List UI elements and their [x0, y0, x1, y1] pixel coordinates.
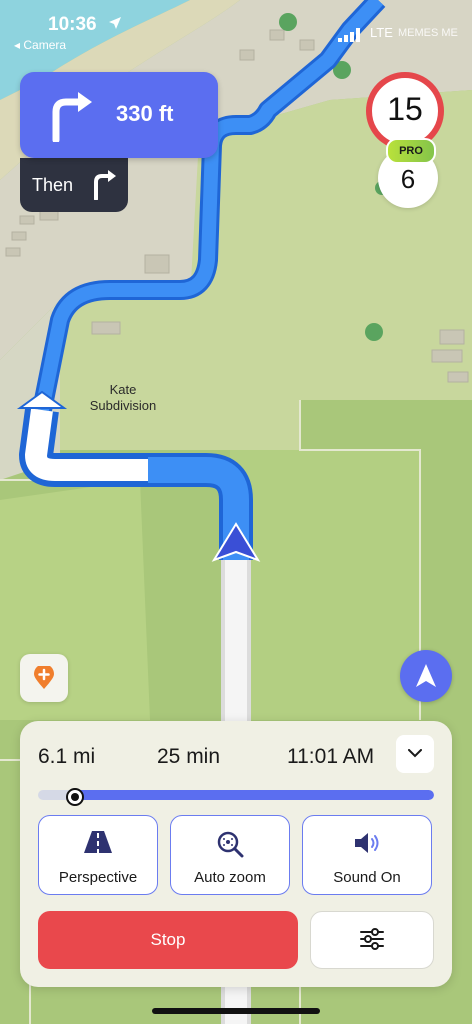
trip-progress-marker	[65, 788, 84, 806]
arrival-time: 11:01 AM	[287, 745, 375, 768]
carrier-label: MEMES ME	[398, 27, 458, 39]
stop-button[interactable]: Stop	[38, 911, 298, 969]
collapse-button[interactable]	[396, 735, 434, 773]
trip-duration: 25 min	[157, 745, 221, 768]
route-settings-button[interactable]	[310, 911, 434, 969]
chevron-down-icon	[408, 749, 422, 758]
auto-zoom-button[interactable]: Auto zoom	[170, 815, 290, 895]
speaker-icon	[355, 833, 379, 853]
perspective-label: Perspective	[58, 869, 138, 886]
turn-right-icon	[52, 92, 92, 142]
perspective-button[interactable]: Perspective	[38, 815, 158, 895]
then-turn-card: Then	[20, 158, 128, 212]
speed-limit-value: 15	[387, 91, 423, 127]
trip-progress-bar	[38, 790, 434, 800]
map-place-label: Kate Subdivision	[89, 382, 157, 413]
recenter-button[interactable]	[400, 650, 452, 702]
network-type: LTE	[370, 25, 393, 40]
back-to-app-link[interactable]: ◂ Camera	[14, 38, 66, 52]
status-bar: 10:36 ◂ Camera LTE MEMES ME	[0, 0, 472, 56]
trip-distance: 6.1 mi	[38, 745, 96, 768]
sound-label: Sound On	[333, 869, 401, 886]
sliders-icon	[360, 928, 384, 950]
sound-button[interactable]: Sound On	[302, 815, 432, 895]
then-turn-right-icon	[94, 170, 116, 200]
trip-progress-remaining	[73, 790, 434, 800]
status-time: 10:36	[48, 14, 97, 35]
add-place-button[interactable]	[20, 654, 68, 702]
auto-zoom-icon	[217, 831, 244, 858]
add-place-pin-icon	[34, 666, 54, 689]
location-arrow-icon	[109, 17, 121, 29]
current-speed-value: 6	[400, 164, 416, 194]
pro-badge[interactable]: PRO	[386, 138, 436, 164]
next-turn-card[interactable]: 330 ft	[20, 72, 218, 158]
road-perspective-icon	[84, 831, 112, 853]
turn-distance: 330 ft	[116, 101, 174, 126]
auto-zoom-label: Auto zoom	[194, 869, 266, 886]
home-indicator[interactable]	[152, 1008, 320, 1014]
navigation-arrow-icon	[416, 664, 436, 687]
trip-panel: 6.1 mi 25 min 11:01 AM Perspective Auto …	[20, 721, 452, 987]
stop-label: Stop	[150, 930, 186, 949]
signal-icon	[338, 28, 360, 42]
then-label: Then	[32, 175, 74, 195]
